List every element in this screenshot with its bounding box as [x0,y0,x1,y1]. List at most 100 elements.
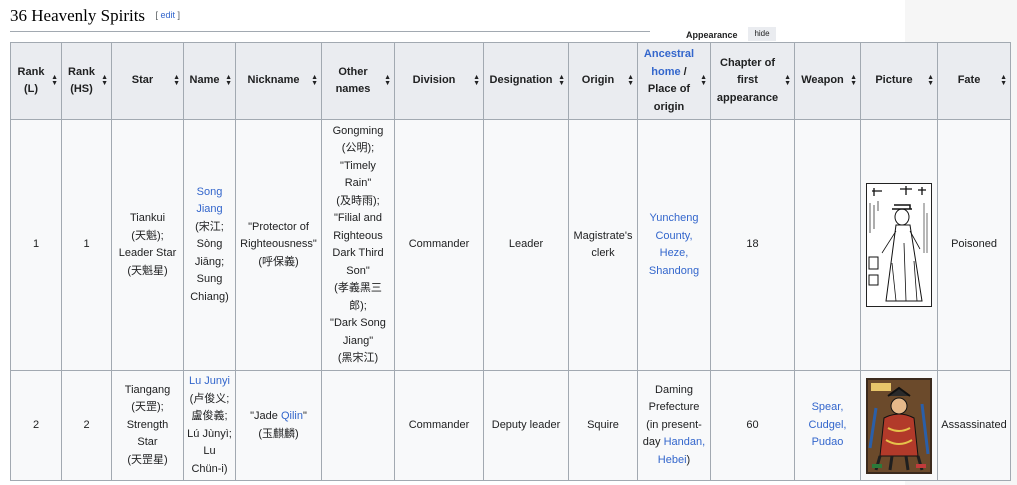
sort-icon[interactable]: ▲ ▼ [1000,74,1007,87]
cell-origin: Magistrate's clerk [568,119,638,371]
name-text: Chün-i) [191,462,228,475]
place-link[interactable]: Yuncheng [650,212,699,224]
weapon-link[interactable]: Cudgel, [809,419,847,431]
column-header-name[interactable]: Name ▲ ▼ [183,42,236,120]
other-name-text: "Filial and [334,212,382,224]
nickname-text: Righteousness" [240,238,317,251]
name-text: (宋江; [195,220,224,233]
cell-designation: Leader [483,119,569,371]
name-link[interactable]: Jiang [196,203,222,215]
place-link[interactable]: County, [655,230,692,242]
cell-chapter: 18 [710,119,795,371]
name-text: Lú Jùnyì; [187,427,232,440]
cell-name: Song Jiang (宋江; Sòng Jiāng; Sung Chiang) [183,119,236,371]
column-header-chapter[interactable]: Chapter of first appearance ▲ ▼ [710,42,795,120]
cell-home: Daming Prefecture (in present-day Handan, H… [637,370,711,481]
weapon-link[interactable]: Spear, [812,401,844,413]
column-header-fate[interactable]: Fate ▲ ▼ [937,42,1011,120]
appearance-hide-button[interactable]: hide [748,27,776,41]
column-header-weapon[interactable]: Weapon ▲ ▼ [794,42,861,120]
place-text: (in present- [646,418,702,431]
name-link[interactable]: Lu Junyi [189,375,230,387]
other-name-text: (孝義黑三 [334,282,382,294]
origin-text: Squire [587,418,619,431]
place-link[interactable]: Shandong [649,265,699,277]
sort-icon[interactable]: ▲ ▼ [558,74,565,87]
header-text: Rank [68,65,95,78]
sort-icon[interactable]: ▲ ▼ [101,74,108,87]
edit-link[interactable]: edit [161,10,176,20]
name-text: Chiang) [190,290,229,303]
column-header-origin[interactable]: Origin ▲ ▼ [568,42,638,120]
song-jiang-woodblock-portrait[interactable] [866,183,932,307]
header-text: / [680,65,687,78]
header-text: Star [131,74,154,87]
column-header-other-names[interactable]: Other names ▲ ▼ [321,42,395,120]
sort-icon[interactable]: ▲ ▼ [311,74,318,87]
place-text: Prefecture [648,401,700,414]
other-name-text: Gongming [332,124,384,137]
name-text: Sung [196,273,223,286]
fate-value: Assassinated [941,418,1007,431]
name-text: Jiāng; [194,255,225,268]
header-text: Fate [957,74,981,87]
cell-weapon: Spear, Cudgel, Pudao [794,370,861,481]
other-name-text: Righteous [333,229,383,242]
sort-icon[interactable]: ▲ ▼ [784,74,791,87]
nickname-text: " [302,410,307,422]
sort-icon[interactable]: ▲ ▼ [384,74,391,87]
sort-icon[interactable]: ▲ ▼ [225,74,232,87]
cell-other-names [321,370,395,481]
place-link[interactable]: Handan, [664,436,706,448]
header-text: Designation [489,74,553,87]
nickname-text: "Protector of [248,220,309,233]
sort-icon[interactable]: ▲ ▼ [51,74,58,87]
header-text: Picture [875,74,913,87]
header-text: Rank [17,65,45,78]
sort-icon[interactable]: ▲ ▼ [927,74,934,87]
column-header-rank-l[interactable]: Rank (L) ▲ ▼ [10,42,62,120]
rank-hs-value: 1 [83,238,90,251]
place-link[interactable]: Hebei [658,454,687,466]
other-name-text: Son" [346,264,370,277]
chapter-value: 18 [746,238,759,251]
cell-picture [860,370,938,481]
column-header-designation[interactable]: Designation ▲ ▼ [483,42,569,120]
place-text: ) [686,453,691,466]
origin-text: Magistrate's [573,229,633,242]
sort-icon[interactable]: ▲ ▼ [850,74,857,87]
cell-fate: Assassinated [937,370,1011,481]
column-header-rank-hs[interactable]: Rank (HS) ▲ ▼ [61,42,112,120]
edit-section: [ edit ] [156,10,181,20]
sort-icon[interactable]: ▲ ▼ [627,74,634,87]
cell-rank-hs: 2 [61,370,112,481]
qilin-link[interactable]: Qilin [281,410,303,422]
column-header-star[interactable]: Star ▲ ▼ [111,42,184,120]
place-link[interactable]: Heze, [660,247,689,259]
header-text: Place of [647,83,691,95]
cell-star: Tiankui (天魁); Leader Star (天魁星) [111,119,184,371]
designation-value: Leader [508,238,544,251]
sort-icon[interactable]: ▲ ▼ [173,74,180,87]
table-header-row: Rank (L) ▲ ▼ Rank (HS) ▲ ▼ Star ▲ ▼ Name ▲ ▼ Nickname ▲… [10,42,1011,120]
designation-value: Deputy leader [491,418,561,431]
cell-other-names: Gongming (公明); "Timely Rain" (及時雨); "Filial a… [321,119,395,371]
sort-icon[interactable]: ▲ ▼ [700,74,707,87]
nickname-text: (呼保義) [258,255,299,268]
column-header-picture[interactable]: Picture ▲ ▼ [860,42,938,120]
name-link[interactable]: Song [197,186,223,198]
appearance-label: Appearance [686,30,738,40]
star-text: (天罡星) [127,453,168,466]
cell-chapter: 60 [710,370,795,481]
section-heading: 36 Heavenly Spirits [ edit ] [10,4,650,32]
column-header-nickname[interactable]: Nickname ▲ ▼ [235,42,322,120]
sort-icon[interactable]: ▲ ▼ [473,74,480,87]
header-text: Chapter of [720,56,775,69]
place-text: Daming [655,383,693,396]
column-header-home[interactable]: Ancestral home / Place of origin ▲ ▼ [637,42,711,120]
weapon-link[interactable]: Pudao [812,436,844,448]
star-text: Leader Star [118,247,177,259]
column-header-division[interactable]: Division ▲ ▼ [394,42,484,120]
lu-junyi-colour-print-portrait[interactable] [866,377,932,474]
cell-nickname: "Protector of Righteousness" (呼保義) [235,119,322,371]
